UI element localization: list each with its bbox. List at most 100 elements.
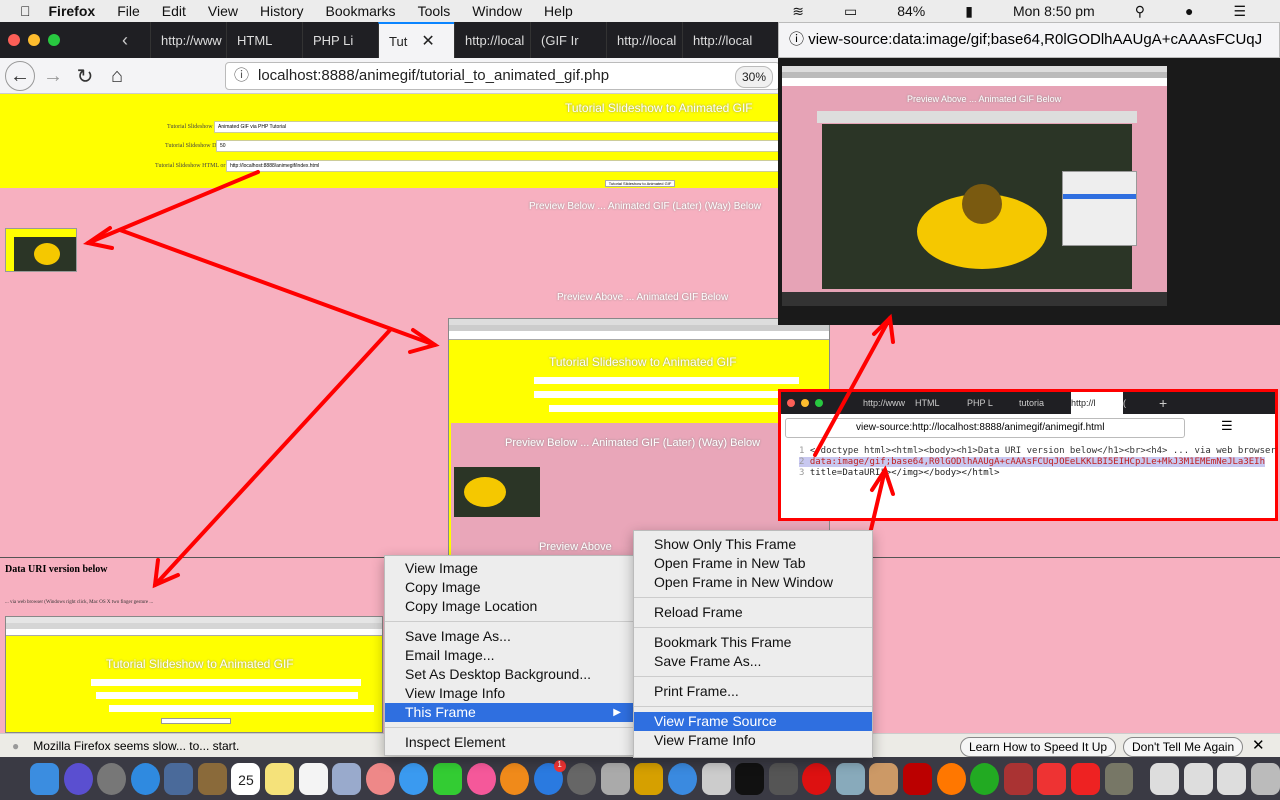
home-button[interactable]: ⌂	[102, 61, 132, 91]
tab-active[interactable]: http://l	[1071, 392, 1123, 414]
tab[interactable]: HTML	[226, 22, 302, 58]
finder-icon[interactable]	[30, 762, 59, 795]
menu-help[interactable]: Help	[544, 3, 573, 19]
url-bar[interactable]: ⓘ localhost:8888/animegif/tutorial_to_an…	[225, 62, 780, 90]
close-tab-icon[interactable]: ✕	[421, 31, 434, 51]
menu-view[interactable]: View	[208, 3, 238, 19]
notification-center-icon[interactable]: ☰	[1233, 3, 1246, 20]
app-store-icon[interactable]: 1	[533, 759, 566, 795]
close-notification-icon[interactable]: ✕	[1252, 736, 1265, 754]
menu-view-frame-source[interactable]: View Frame Source	[634, 712, 872, 731]
apple-icon[interactable]: 	[20, 3, 31, 19]
tab[interactable]: HTML	[915, 398, 967, 408]
cyberduck-icon[interactable]	[634, 762, 664, 795]
quicktime-icon[interactable]	[667, 762, 697, 795]
minimized-window[interactable]	[1150, 762, 1180, 795]
facetime-icon[interactable]	[432, 762, 462, 795]
itunes-icon[interactable]	[466, 762, 496, 795]
tab[interactable]: http://local	[454, 22, 530, 58]
battery-icon[interactable]: ▮	[965, 3, 973, 20]
menu-open-frame-new-window[interactable]: Open Frame in New Window	[634, 573, 872, 592]
utility-icon[interactable]	[600, 762, 630, 795]
tab[interactable]: http://www	[150, 22, 226, 58]
gimp-icon[interactable]	[1104, 762, 1134, 795]
zoom-level-button[interactable]: 30%	[734, 66, 773, 88]
new-tab-icon[interactable]: +	[1159, 395, 1167, 411]
tab[interactable]: http://www	[863, 398, 915, 408]
siri-icon[interactable]	[63, 762, 93, 795]
mail-icon[interactable]	[164, 762, 194, 795]
dont-tell-again-button[interactable]: Don't Tell Me Again	[1123, 737, 1244, 757]
menu-bookmark-this-frame[interactable]: Bookmark This Frame	[634, 633, 872, 652]
tab[interactable]: PHP L	[967, 398, 1019, 408]
filezilla-pro-icon[interactable]	[1070, 762, 1100, 795]
tab[interactable]: (	[1123, 398, 1153, 408]
sequel-pro-icon[interactable]	[768, 762, 798, 795]
learn-speed-button[interactable]: Learn How to Speed It Up	[960, 737, 1117, 757]
image-capture-icon[interactable]	[835, 762, 865, 795]
menu-email-image[interactable]: Email Image...	[385, 646, 633, 665]
menu-show-only-this-frame[interactable]: Show Only This Frame	[634, 535, 872, 554]
animated-gif-image[interactable]: Tutorial Slideshow to Animated GIF Previ…	[448, 318, 830, 556]
reminders-icon[interactable]	[298, 762, 328, 795]
menu-reload-frame[interactable]: Reload Frame	[634, 603, 872, 622]
notes-icon[interactable]	[265, 762, 295, 795]
terminal-icon[interactable]	[735, 762, 765, 795]
gif-frame-image[interactable]: Preview Above ... Animated GIF Below	[782, 66, 1167, 306]
menu-view-image[interactable]: View Image	[385, 559, 633, 578]
menu-tools[interactable]: Tools	[418, 3, 451, 19]
html-or-image-input[interactable]: http://localhost:8888/animegif/index.htm…	[226, 160, 780, 172]
trash-icon[interactable]	[1250, 762, 1280, 795]
maximize-window-button[interactable]	[815, 399, 823, 407]
firefox-icon[interactable]	[936, 762, 966, 795]
pdf-icon[interactable]	[1037, 762, 1067, 795]
ibooks-icon[interactable]	[500, 762, 530, 795]
photos-icon[interactable]	[365, 762, 395, 795]
siri-icon[interactable]: ●	[1185, 3, 1193, 20]
delay-input[interactable]: 50	[216, 140, 780, 152]
menu-history[interactable]: History	[260, 3, 304, 19]
maximize-window-button[interactable]	[48, 34, 60, 46]
opera-icon[interactable]	[802, 762, 832, 795]
airplay-icon[interactable]: ▭	[844, 3, 857, 20]
submit-button[interactable]: Tutorial Slideshow to Animated GIF	[605, 180, 675, 187]
menu-view-image-info[interactable]: View Image Info	[385, 684, 633, 703]
tab-active[interactable]: Tut ✕	[378, 22, 454, 58]
tab[interactable]: (GIF Ir	[530, 22, 606, 58]
tab[interactable]: PHP Li	[302, 22, 378, 58]
view-source-url-bar[interactable]: ⓘ view-source:data:image/gif;base64,R0lG…	[778, 22, 1280, 58]
menu-open-frame-new-tab[interactable]: Open Frame in New Tab	[634, 554, 872, 573]
launchpad-icon[interactable]	[97, 762, 127, 795]
menu-save-image-as[interactable]: Save Image As...	[385, 627, 633, 646]
minimized-window[interactable]	[1183, 762, 1213, 795]
menu-this-frame[interactable]: This Frame ▶	[385, 703, 633, 722]
wifi-icon[interactable]: ≋	[792, 3, 804, 20]
menu-edit[interactable]: Edit	[162, 3, 186, 19]
menu-print-frame[interactable]: Print Frame...	[634, 682, 872, 701]
spotlight-icon[interactable]: ⚲	[1135, 3, 1145, 20]
minimized-window[interactable]	[1217, 762, 1247, 795]
menu-copy-image[interactable]: Copy Image	[385, 578, 633, 597]
battery-percent[interactable]: 84%	[897, 3, 925, 20]
data-uri-image[interactable]: Tutorial Slideshow to Animated GIF	[5, 616, 383, 733]
minimize-window-button[interactable]	[801, 399, 809, 407]
forward-button[interactable]: →	[38, 61, 68, 91]
filezilla-icon[interactable]	[903, 762, 933, 795]
chrome-icon[interactable]	[970, 762, 1000, 795]
menu-inspect-element[interactable]: Inspect Element	[385, 733, 633, 752]
system-preferences-icon[interactable]	[567, 762, 597, 795]
script-editor-icon[interactable]	[869, 762, 899, 795]
tab[interactable]: tutoria	[1019, 398, 1071, 408]
back-button[interactable]: ←	[5, 61, 35, 91]
menu-window[interactable]: Window	[472, 3, 522, 19]
clock[interactable]: Mon 8:50 pm	[1013, 3, 1095, 20]
close-window-button[interactable]	[8, 34, 20, 46]
messages-icon[interactable]	[399, 762, 429, 795]
title-input[interactable]: Animated GIF via PHP Tutorial	[214, 121, 780, 133]
calendar-icon[interactable]: 25	[231, 762, 261, 795]
tab[interactable]: http://local	[682, 22, 758, 58]
menu-bookmarks[interactable]: Bookmarks	[326, 3, 396, 19]
contacts-icon[interactable]	[197, 762, 227, 795]
photo-booth-icon[interactable]	[1003, 762, 1033, 795]
preview-thumbnail-image[interactable]	[5, 228, 77, 272]
